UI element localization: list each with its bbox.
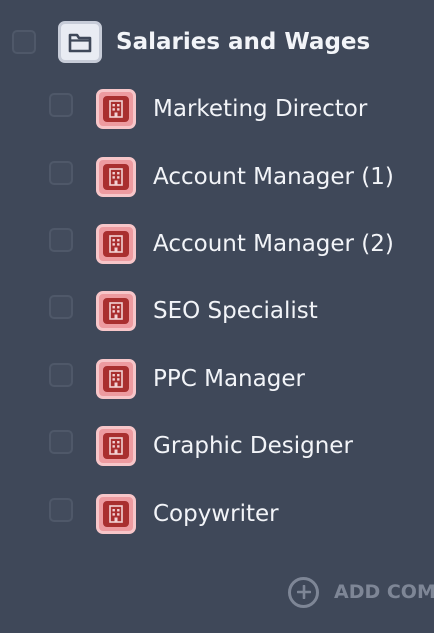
building-icon (96, 291, 136, 331)
folder-icon (58, 21, 102, 63)
building-icon (96, 494, 136, 534)
list-item-label: Graphic Designer (153, 433, 353, 459)
group-row-salaries-and-wages[interactable]: Salaries and Wages (0, 12, 434, 72)
building-icon (96, 426, 136, 466)
list-item[interactable]: Copywriter (0, 484, 434, 544)
list-item[interactable]: Graphic Designer (0, 416, 434, 476)
list-item-label: Marketing Director (153, 96, 368, 122)
add-component-button[interactable]: ADD COMP (288, 574, 434, 610)
list-item-label: Copywriter (153, 501, 279, 527)
building-icon (96, 89, 136, 129)
item-checkbox[interactable] (49, 295, 73, 319)
add-component-label: ADD COMP (334, 581, 434, 603)
list-item[interactable]: SEO Specialist (0, 281, 434, 341)
building-icon (96, 224, 136, 264)
item-checkbox[interactable] (49, 498, 73, 522)
item-checkbox[interactable] (49, 93, 73, 117)
item-checkbox[interactable] (49, 363, 73, 387)
item-checkbox[interactable] (49, 161, 73, 185)
list-item[interactable]: PPC Manager (0, 349, 434, 409)
list-item-label: Account Manager (1) (153, 164, 394, 190)
group-label: Salaries and Wages (116, 29, 371, 55)
building-icon (96, 157, 136, 197)
list-item[interactable]: Account Manager (2) (0, 214, 434, 274)
group-checkbox[interactable] (12, 30, 36, 54)
list-item-label: PPC Manager (153, 366, 305, 392)
list-item-label: Account Manager (2) (153, 231, 394, 257)
list-item-label: SEO Specialist (153, 298, 318, 324)
list-item[interactable]: Marketing Director (0, 79, 434, 139)
building-icon (96, 359, 136, 399)
list-item[interactable]: Account Manager (1) (0, 147, 434, 207)
item-checkbox[interactable] (49, 228, 73, 252)
plus-circle-icon (288, 576, 319, 608)
item-checkbox[interactable] (49, 430, 73, 454)
